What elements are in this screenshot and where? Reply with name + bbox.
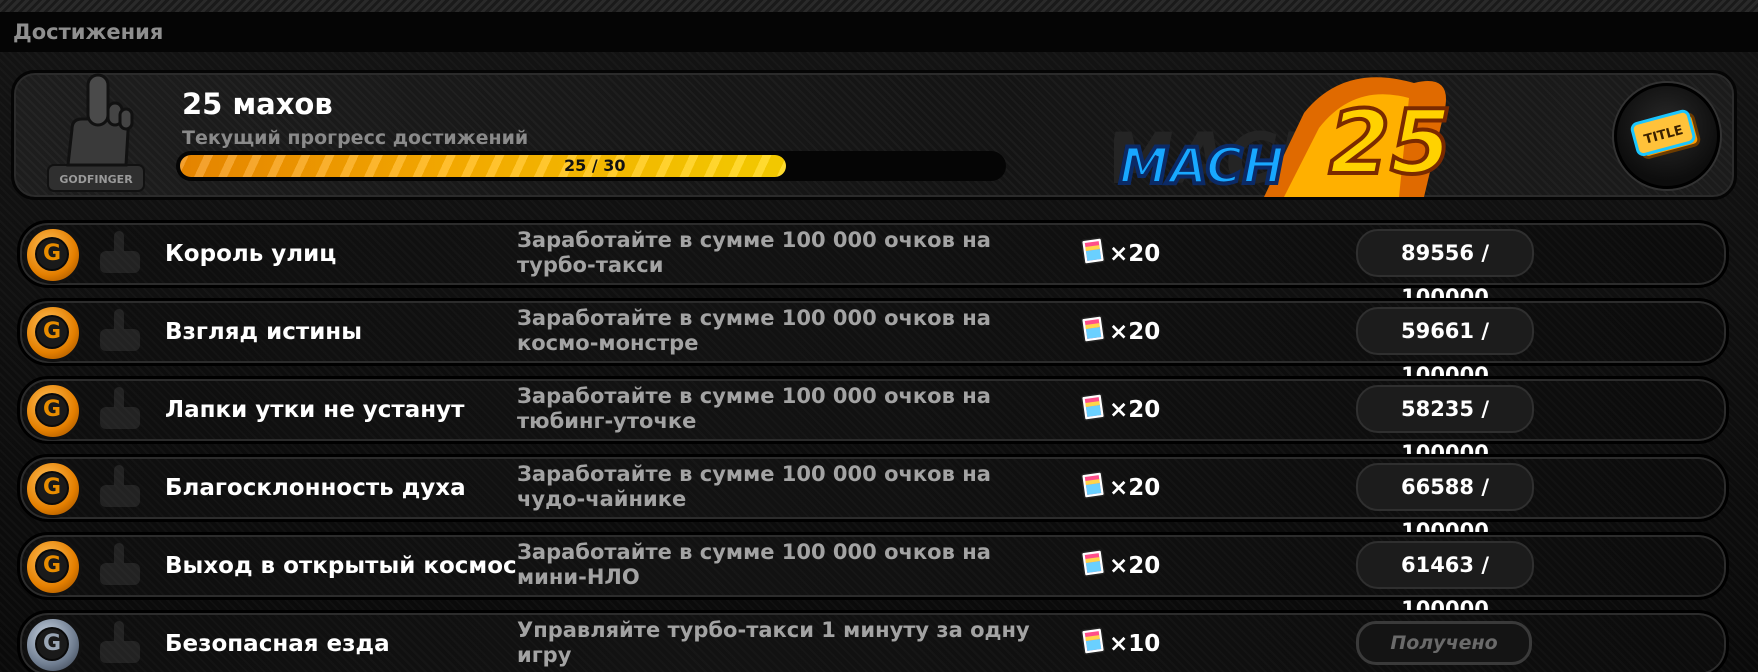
achievement-description: Заработайте в сумме 100 000 очков на тюб… — [517, 384, 991, 433]
reward-count: ×20 — [1109, 319, 1161, 345]
achievement-row[interactable]: G Король улиц Заработайте в сумме 100 000 … — [17, 220, 1729, 309]
ticket-icon — [1080, 471, 1106, 499]
achievement-description: Заработайте в сумме 100 000 очков на мин… — [517, 540, 991, 589]
finger-watermark-icon — [100, 543, 140, 585]
reward-count: ×10 — [1109, 631, 1161, 657]
finger-watermark-icon — [100, 621, 140, 663]
medal-letter: G — [35, 315, 69, 349]
achievements-screen: Достижения GODFINGER 25 махов Текущий пр… — [0, 0, 1758, 672]
medal-letter: G — [35, 627, 69, 661]
achievement-progress-label: 25 / 30 — [564, 156, 626, 175]
gold-medal-icon: G — [24, 382, 82, 440]
ticket-icon — [1080, 315, 1106, 343]
gold-medal-icon: G — [24, 226, 82, 284]
svg-text:MACH: MACH — [1119, 137, 1284, 195]
banner-title: 25 махов — [182, 87, 333, 121]
achievement-description: Заработайте в сумме 100 000 очков на тур… — [517, 228, 991, 277]
achievement-name: Благосклонность духа — [165, 475, 466, 501]
achievement-progress: 66588 / 100000 — [1356, 463, 1534, 543]
medal-letter: G — [35, 549, 69, 583]
ticket-icon — [1080, 549, 1106, 577]
achievement-row[interactable]: G Безопасная езда Управляйте турбо-такси 1… — [17, 610, 1729, 672]
medal-letter: G — [35, 237, 69, 271]
ticket-icon — [1080, 393, 1106, 421]
reward-count: ×20 — [1109, 241, 1161, 267]
finger-watermark-icon — [100, 309, 140, 351]
ticket-icon — [1080, 237, 1106, 265]
gold-medal-icon: G — [24, 304, 82, 362]
silver-medal-icon: G — [24, 616, 82, 672]
medal-letter: G — [35, 393, 69, 427]
achievement-row[interactable]: G Взгляд истины Заработайте в сумме 100 00… — [17, 298, 1729, 387]
achievement-progress: 89556 / 100000 — [1356, 229, 1534, 309]
title-badge-button[interactable]: TITLE — [1614, 83, 1720, 189]
gold-medal-icon: G — [24, 538, 82, 596]
section-header-bar — [0, 12, 1758, 52]
achievement-description: Заработайте в сумме 100 000 очков на чуд… — [517, 462, 991, 511]
emblem-text: GODFINGER — [59, 173, 133, 186]
achievement-banner: GODFINGER 25 махов Текущий прогресс дост… — [11, 70, 1737, 200]
achievement-description: Заработайте в сумме 100 000 очков на кос… — [517, 306, 991, 355]
claimed-badge: Получено — [1356, 621, 1532, 665]
achievement-row[interactable]: G Выход в открытый космос Заработайте в су… — [17, 532, 1729, 621]
ticket-icon — [1080, 627, 1106, 655]
finger-watermark-icon — [100, 231, 140, 273]
page-title: Достижения — [13, 20, 164, 44]
achievement-row[interactable]: G Лапки утки не устанут Заработайте в сумм… — [17, 376, 1729, 465]
finger-trophy-icon: GODFINGER — [47, 73, 145, 192]
achievement-progress: 59661 / 100000 — [1356, 307, 1534, 387]
achievement-progress-bar: 25 / 30 — [176, 151, 1006, 181]
title-tag-icon: TITLE — [1630, 109, 1701, 159]
finger-watermark-icon — [100, 465, 140, 507]
mach25-logo: MACH 25 MACH — [1114, 77, 1453, 197]
achievement-progress: 61463 / 100000 — [1356, 541, 1534, 621]
reward-count: ×20 — [1109, 553, 1161, 579]
banner-subtitle: Текущий прогресс достижений — [182, 127, 529, 149]
achievement-name: Король улиц — [165, 241, 337, 267]
achievement-name: Лапки утки не устанут — [165, 397, 465, 423]
top-decoration — [0, 0, 1758, 12]
achievement-progress: 58235 / 100000 — [1356, 385, 1534, 465]
reward-count: ×20 — [1109, 397, 1161, 423]
achievement-name: Безопасная езда — [165, 631, 390, 657]
achievement-name: Взгляд истины — [165, 319, 362, 345]
gold-medal-icon: G — [24, 460, 82, 518]
achievement-row[interactable]: G Благосклонность духа Заработайте в сумме… — [17, 454, 1729, 543]
reward-count: ×20 — [1109, 475, 1161, 501]
finger-watermark-icon — [100, 387, 140, 429]
medal-letter: G — [35, 471, 69, 505]
achievement-description: Управляйте турбо-такси 1 минуту за одну … — [517, 618, 1030, 667]
svg-text:25: 25 — [1329, 91, 1451, 194]
achievement-name: Выход в открытый космос — [165, 553, 517, 579]
